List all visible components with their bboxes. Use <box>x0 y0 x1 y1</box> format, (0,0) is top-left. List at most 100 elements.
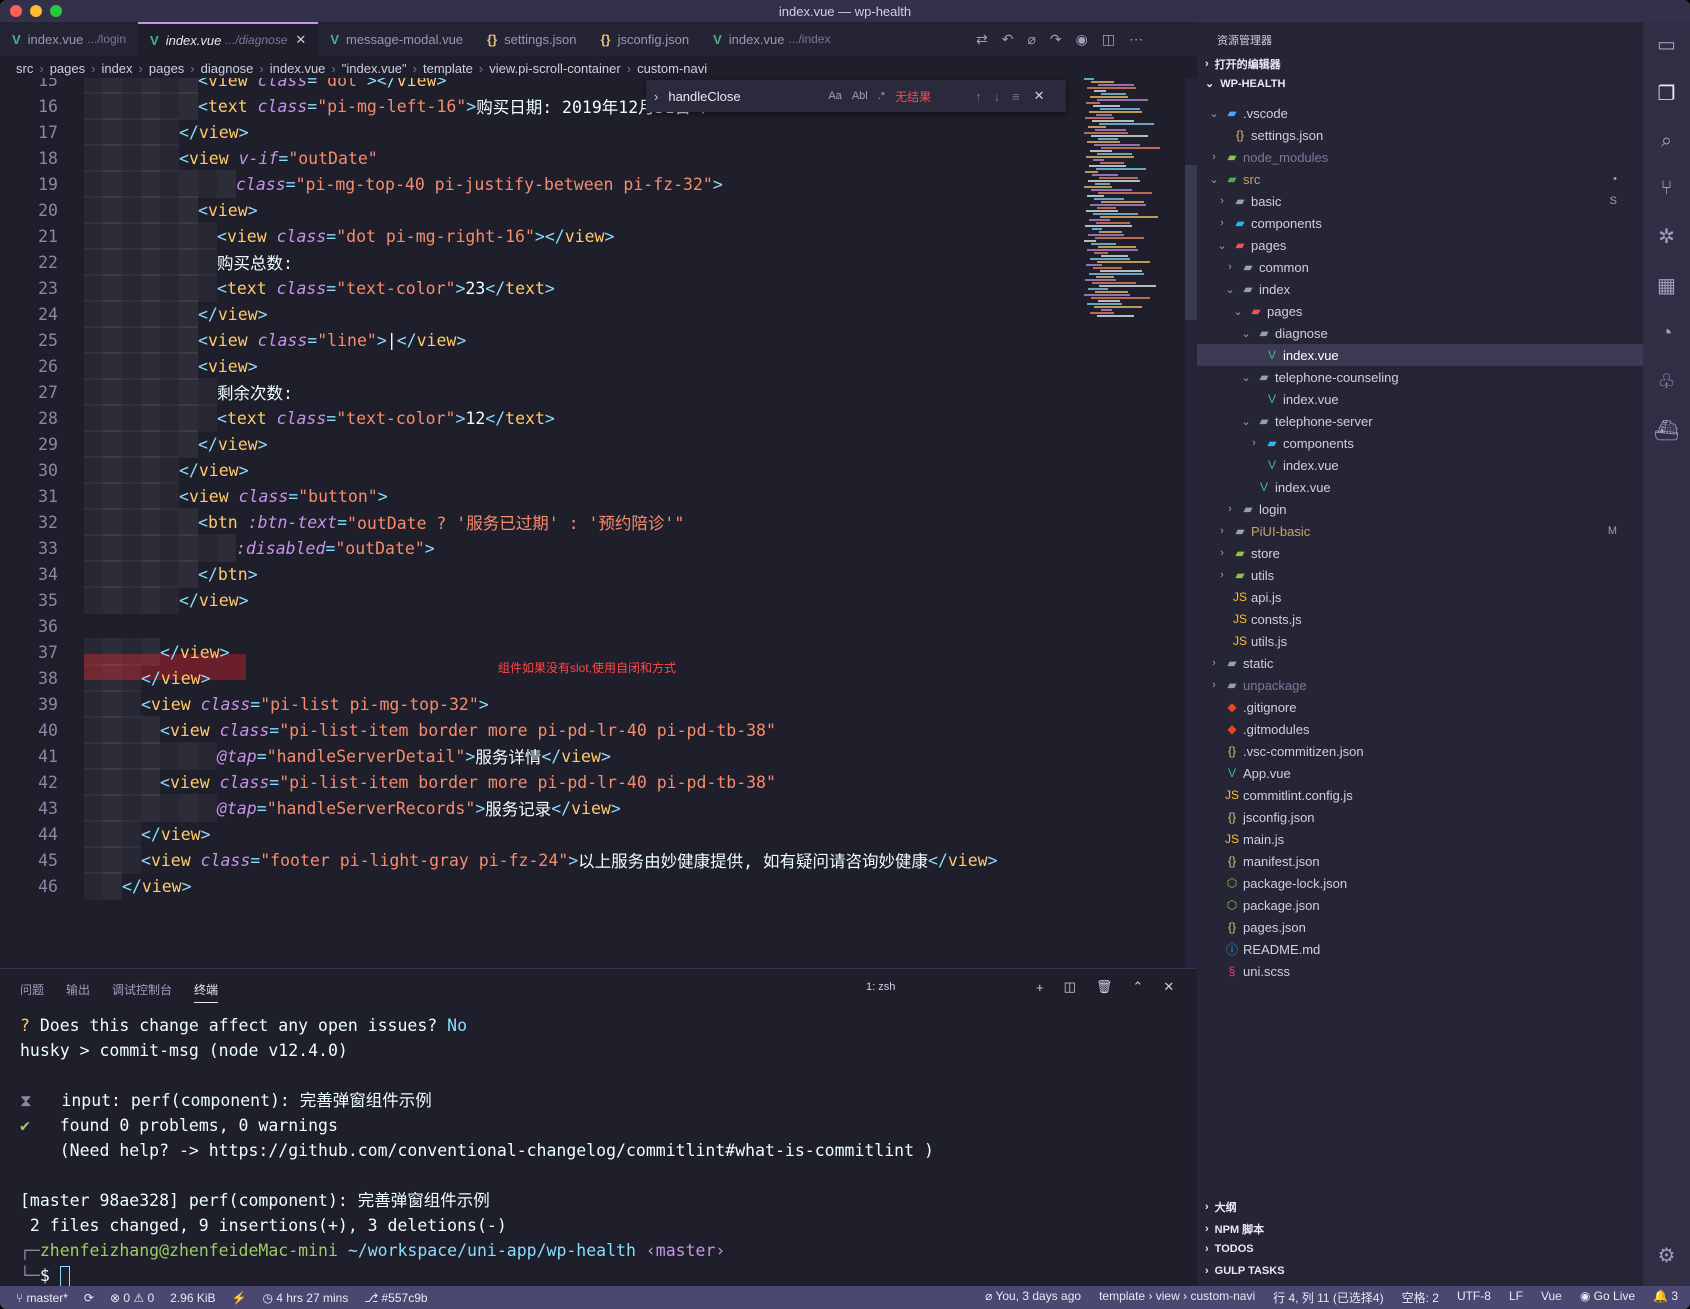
close-icon[interactable]: ✕ <box>295 32 306 48</box>
panel-tab[interactable]: 问题 <box>20 981 44 1003</box>
arrow-up-icon[interactable]: ↑ <box>975 89 982 104</box>
tree-item[interactable]: ⌄ ▰ src • <box>1197 168 1643 190</box>
tree-item[interactable]: Vindex.vue <box>1197 476 1643 498</box>
tree-item[interactable]: › ▰ login <box>1197 498 1643 520</box>
search-icon[interactable]: ⌕ <box>1661 130 1672 153</box>
gear-icon[interactable]: ⚙ <box>1658 1243 1676 1268</box>
folder-icon[interactable]: ▭ <box>1657 32 1676 57</box>
notifications[interactable]: 🔔 3 <box>1653 1289 1678 1306</box>
tree-item[interactable]: ⌄ ▰ telephone-counseling <box>1197 366 1643 388</box>
tree-item[interactable]: {} jsconfig.json <box>1197 806 1643 828</box>
terminal-output[interactable]: ? Does this change affect any open issue… <box>20 1013 934 1288</box>
find-in-selection-icon[interactable]: ≡ <box>1012 89 1020 104</box>
line-ending[interactable]: LF <box>1509 1289 1523 1306</box>
whole-word-toggle[interactable]: Abl <box>852 90 868 102</box>
docker-icon[interactable]: ⛴ <box>1654 418 1679 443</box>
editor-tab[interactable]: Vindex.vue .../login <box>0 22 138 56</box>
gitlens-icon[interactable]: ◉ <box>1076 31 1088 48</box>
lightning-icon[interactable]: ⚡ <box>232 1291 247 1305</box>
editor-tab[interactable]: {} jsconfig.json <box>588 22 701 56</box>
minimize-window-button[interactable] <box>30 5 42 17</box>
code-editor[interactable]: 15 < view class = "dot" ></view >16 < text class… <box>0 78 1197 968</box>
plus-icon[interactable]: + <box>1036 980 1044 995</box>
editor-tab[interactable]: Vindex.vue .../index <box>701 22 842 56</box>
tree-item[interactable]: ⬡ package-lock.json <box>1197 872 1643 894</box>
tree-item[interactable]: › ▰ store <box>1197 542 1643 564</box>
go-forward-icon[interactable]: ↷ <box>1050 31 1062 48</box>
editor-tab[interactable]: Vindex.vue .../diagnose ✕ <box>138 22 319 56</box>
chevron-up-icon[interactable]: ⌃ <box>1132 979 1143 995</box>
panel-tab[interactable]: 输出 <box>66 981 90 1003</box>
go-back-icon[interactable]: ↶ <box>1002 31 1014 48</box>
git-commit-icon[interactable]: ⌀ <box>1027 31 1035 48</box>
panel-tab[interactable]: 终端 <box>194 981 219 1003</box>
project-section[interactable]: ⌄ WP-HEALTH <box>1205 77 1285 91</box>
tree-item[interactable]: › ▰ components <box>1197 212 1643 234</box>
tree-item[interactable]: › ▰ node_modules <box>1197 146 1643 168</box>
close-panel-icon[interactable]: ✕ <box>1163 979 1174 995</box>
panel-tab[interactable]: 调试控制台 <box>112 981 172 1003</box>
files-icon[interactable]: ❐ <box>1658 81 1676 106</box>
tree-item[interactable]: › ▰ unpackage <box>1197 674 1643 696</box>
editor-tab[interactable]: {} settings.json <box>475 22 588 56</box>
chevron-right-icon[interactable]: › <box>654 89 658 104</box>
tree-item[interactable]: › ▰ components <box>1197 432 1643 454</box>
tree-item[interactable]: V App.vue <box>1197 762 1643 784</box>
sync-icon[interactable]: ⟳ <box>84 1291 94 1305</box>
time-tracker[interactable]: ◷ 4 hrs 27 mins <box>262 1291 348 1305</box>
go-live-button[interactable]: ◉ Go Live <box>1580 1289 1635 1306</box>
tree-item[interactable]: {} manifest.json <box>1197 850 1643 872</box>
breadcrumb-item[interactable]: template <box>423 61 473 76</box>
tree-item[interactable]: ⌄ ▰ index <box>1197 278 1643 300</box>
extensions-icon[interactable]: ▦ <box>1657 273 1676 298</box>
arrow-down-icon[interactable]: ↓ <box>994 89 1001 104</box>
tree-item[interactable]: § uni.scss <box>1197 960 1643 982</box>
tree-item[interactable]: JS api.js <box>1197 586 1643 608</box>
tree-item[interactable]: › ▰ utils <box>1197 564 1643 586</box>
tree-item[interactable]: Vindex.vue <box>1197 344 1643 366</box>
open-editors-section[interactable]: › 打开的编辑器 <box>1205 56 1281 72</box>
tree-item[interactable]: JS consts.js <box>1197 608 1643 630</box>
tree-item[interactable]: ⌄ ▰ pages <box>1197 300 1643 322</box>
breadcrumb-item[interactable]: pages <box>149 61 184 76</box>
editor-tab[interactable]: Vmessage-modal.vue <box>318 22 475 56</box>
live-share-icon[interactable]: ♧ <box>1658 369 1676 394</box>
tree-item[interactable]: ⓘ README.md <box>1197 938 1643 960</box>
breadcrumb-item[interactable]: index <box>101 61 132 76</box>
tree-item[interactable]: ⬡ package.json <box>1197 894 1643 916</box>
trash-icon[interactable]: 🗑 <box>1096 979 1113 995</box>
terminal-cursor[interactable] <box>59 1265 70 1288</box>
split-editor-icon[interactable]: ◫ <box>1102 31 1115 48</box>
tree-item[interactable]: {} settings.json <box>1197 124 1643 146</box>
blame-indicator[interactable]: ⌀ You, 3 days ago <box>985 1289 1081 1306</box>
tree-item[interactable]: ⌄ ▰ pages <box>1197 234 1643 256</box>
breadcrumb-item[interactable]: index.vue <box>270 61 326 76</box>
match-case-toggle[interactable]: Aa <box>828 90 841 102</box>
minimap[interactable] <box>1080 78 1185 328</box>
regex-toggle[interactable]: .* <box>878 90 885 102</box>
tree-item[interactable]: Vindex.vue <box>1197 454 1643 476</box>
breadcrumb-item[interactable]: src <box>16 61 33 76</box>
collapsed-section[interactable]: › 大纲 <box>1205 1199 1237 1215</box>
breadcrumb-item[interactable]: custom-navi <box>637 61 707 76</box>
tree-item[interactable]: JS utils.js <box>1197 630 1643 652</box>
language-mode[interactable]: Vue <box>1541 1289 1562 1306</box>
shell-select[interactable]: 1: zsh <box>866 981 1016 993</box>
source-control-icon[interactable]: ⑂ <box>1661 177 1673 200</box>
tree-item[interactable]: ⌄ ▰ diagnose <box>1197 322 1643 344</box>
gitlens-icon[interactable]: ◔ <box>1660 322 1672 345</box>
tree-item[interactable]: ◆ .gitmodules <box>1197 718 1643 740</box>
collapsed-section[interactable]: › NPM 脚本 <box>1205 1221 1264 1237</box>
tree-item[interactable]: ◆ .gitignore <box>1197 696 1643 718</box>
branch-indicator[interactable]: ⑂ master* <box>16 1291 68 1305</box>
indentation[interactable]: 空格: 2 <box>1402 1289 1439 1306</box>
zoom-window-button[interactable] <box>50 5 62 17</box>
more-actions-icon[interactable]: ⋯ <box>1129 31 1143 48</box>
compare-icon[interactable]: ⇄ <box>976 31 988 48</box>
scrollbar-thumb[interactable] <box>1185 165 1197 320</box>
find-input[interactable]: handleClose <box>668 89 828 104</box>
tree-item[interactable]: Vindex.vue <box>1197 388 1643 410</box>
close-icon[interactable]: ✕ <box>1034 88 1045 104</box>
breadcrumb-item[interactable]: pages <box>50 61 85 76</box>
tree-item[interactable]: ⌄ ▰ telephone-server <box>1197 410 1643 432</box>
